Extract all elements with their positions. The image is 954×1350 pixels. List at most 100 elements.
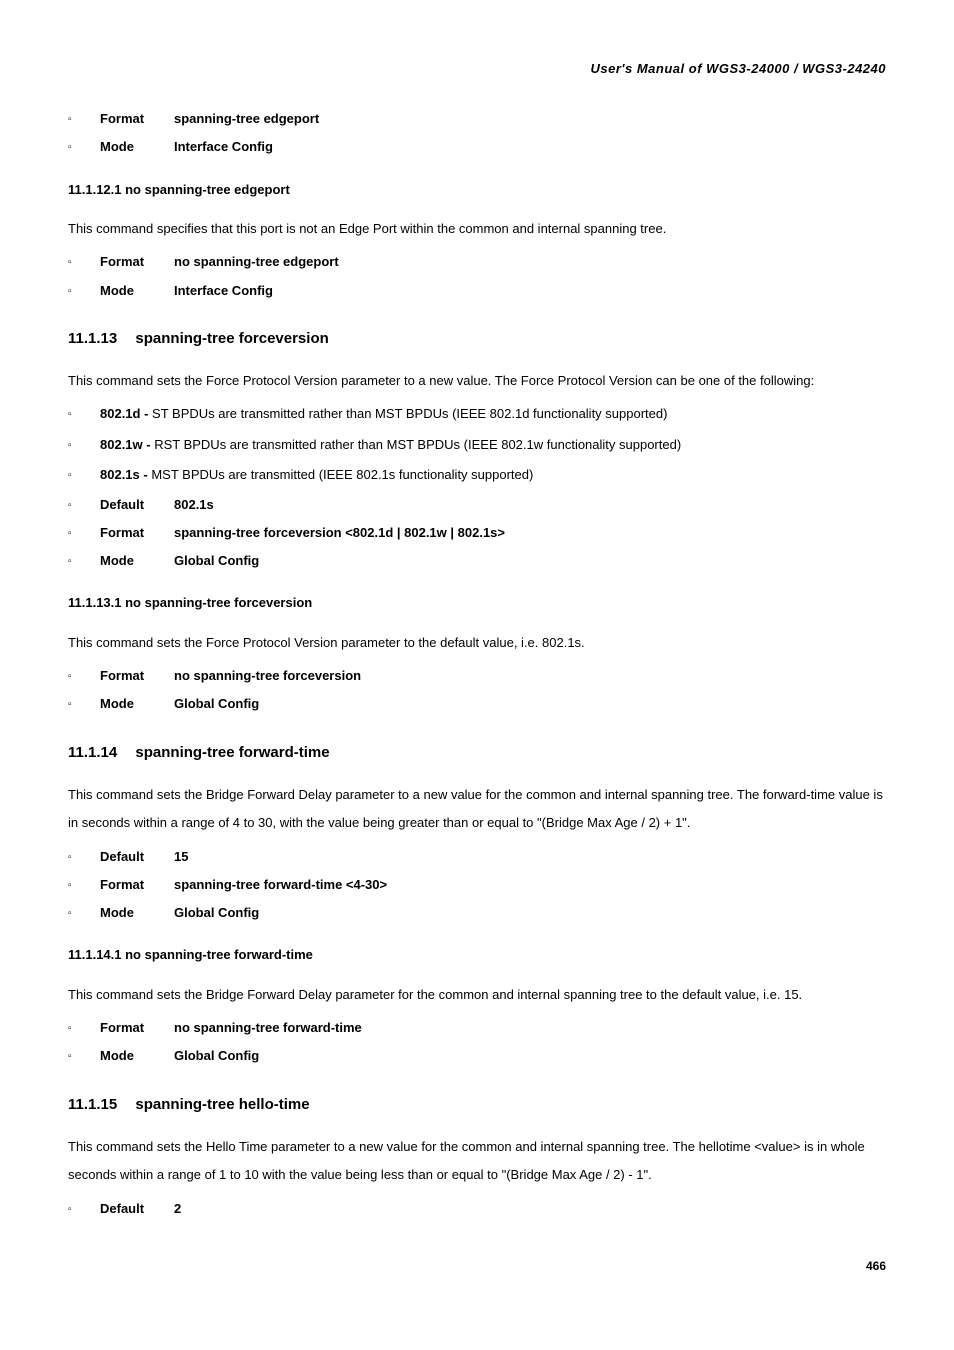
list-item: ▫ 802.1s - MST BPDUs are transmitted (IE… bbox=[68, 466, 886, 484]
param-row: ▫ Mode Global Config bbox=[68, 904, 886, 922]
bullet-icon: ▫ bbox=[68, 698, 100, 712]
body-text: This command specifies that this port is… bbox=[68, 215, 886, 244]
body-text: This command sets the Force Protocol Ver… bbox=[68, 367, 886, 396]
page-header: User's Manual of WGS3-24000 / WGS3-24240 bbox=[68, 60, 886, 78]
section-title: spanning-tree forceversion bbox=[135, 330, 328, 347]
subsection-heading-11-1-14-1: 11.1.14.1 no spanning-tree forward-time bbox=[68, 946, 886, 964]
bullet-icon: ▫ bbox=[68, 527, 100, 541]
protocol-list: ▫ 802.1d - ST BPDUs are transmitted rath… bbox=[68, 405, 886, 484]
section-heading-11-1-15: 11.1.15 spanning-tree hello-time bbox=[68, 1094, 886, 1115]
param-value: spanning-tree forward-time <4-30> bbox=[174, 876, 387, 894]
no-forceversion-params: ▫ Format no spanning-tree forceversion ▫… bbox=[68, 667, 886, 713]
section-number: 11.1.13 bbox=[68, 328, 117, 349]
param-value: Interface Config bbox=[174, 282, 273, 300]
param-value: no spanning-tree forceversion bbox=[174, 667, 361, 685]
param-value: 2 bbox=[174, 1200, 181, 1218]
body-text: This command sets the Bridge Forward Del… bbox=[68, 781, 886, 838]
bullet-icon: ▫ bbox=[68, 499, 100, 513]
no-edgeport-params: ▫ Format no spanning-tree edgeport ▫ Mod… bbox=[68, 253, 886, 299]
section-heading-11-1-13: 11.1.13 spanning-tree forceversion bbox=[68, 328, 886, 349]
bullet-icon: ▫ bbox=[68, 879, 100, 893]
protocol-key: 802.1d - bbox=[100, 406, 152, 421]
param-value: Interface Config bbox=[174, 138, 273, 156]
list-item: ▫ 802.1d - ST BPDUs are transmitted rath… bbox=[68, 405, 886, 423]
param-row: ▫ Format no spanning-tree forceversion bbox=[68, 667, 886, 685]
protocol-text: MST BPDUs are transmitted (IEEE 802.1s f… bbox=[151, 467, 533, 482]
param-key: Mode bbox=[100, 695, 174, 713]
edgeport-params: ▫ Format spanning-tree edgeport ▫ Mode I… bbox=[68, 110, 886, 156]
bullet-icon: ▫ bbox=[68, 851, 100, 865]
body-text: This command sets the Hello Time paramet… bbox=[68, 1133, 886, 1190]
bullet-icon: ▫ bbox=[68, 439, 100, 453]
param-key: Mode bbox=[100, 282, 174, 300]
param-value: 15 bbox=[174, 848, 188, 866]
subsection-heading-11-1-12-1: 11.1.12.1 no spanning-tree edgeport bbox=[68, 181, 886, 199]
param-row: ▫ Default 802.1s bbox=[68, 496, 886, 514]
param-value: Global Config bbox=[174, 695, 259, 713]
bullet-icon: ▫ bbox=[68, 141, 100, 155]
param-key: Format bbox=[100, 253, 174, 271]
protocol-text: RST BPDUs are transmitted rather than MS… bbox=[154, 437, 681, 452]
param-row: ▫ Format no spanning-tree forward-time bbox=[68, 1019, 886, 1037]
protocol-key: 802.1w - bbox=[100, 437, 154, 452]
param-value: Global Config bbox=[174, 904, 259, 922]
section-title: spanning-tree forward-time bbox=[135, 744, 329, 761]
protocol-key: 802.1s - bbox=[100, 467, 151, 482]
param-row: ▫ Format spanning-tree forceversion <802… bbox=[68, 524, 886, 542]
bullet-icon: ▫ bbox=[68, 670, 100, 684]
list-item: ▫ 802.1w - RST BPDUs are transmitted rat… bbox=[68, 436, 886, 454]
section-heading-11-1-14: 11.1.14 spanning-tree forward-time bbox=[68, 742, 886, 763]
body-text: This command sets the Force Protocol Ver… bbox=[68, 629, 886, 658]
forceversion-params: ▫ Default 802.1s ▫ Format spanning-tree … bbox=[68, 496, 886, 571]
section-number: 11.1.14 bbox=[68, 742, 117, 763]
protocol-text: ST BPDUs are transmitted rather than MST… bbox=[152, 406, 667, 421]
param-row: ▫ Mode Interface Config bbox=[68, 282, 886, 300]
param-value: Global Config bbox=[174, 1047, 259, 1065]
param-value: spanning-tree edgeport bbox=[174, 110, 319, 128]
bullet-icon: ▫ bbox=[68, 113, 100, 127]
hello-time-params: ▫ Default 2 bbox=[68, 1200, 886, 1218]
param-value: no spanning-tree edgeport bbox=[174, 253, 339, 271]
param-value: Global Config bbox=[174, 552, 259, 570]
page-number: 466 bbox=[68, 1258, 886, 1275]
param-key: Format bbox=[100, 524, 174, 542]
body-text: This command sets the Bridge Forward Del… bbox=[68, 981, 886, 1010]
bullet-icon: ▫ bbox=[68, 1022, 100, 1036]
param-value: spanning-tree forceversion <802.1d | 802… bbox=[174, 524, 505, 542]
bullet-icon: ▫ bbox=[68, 1203, 100, 1217]
param-key: Format bbox=[100, 667, 174, 685]
param-key: Default bbox=[100, 848, 174, 866]
param-key: Format bbox=[100, 110, 174, 128]
param-key: Format bbox=[100, 876, 174, 894]
section-number: 11.1.15 bbox=[68, 1094, 117, 1115]
forward-time-params: ▫ Default 15 ▫ Format spanning-tree forw… bbox=[68, 848, 886, 923]
param-row: ▫ Mode Global Config bbox=[68, 695, 886, 713]
param-key: Mode bbox=[100, 1047, 174, 1065]
param-key: Mode bbox=[100, 552, 174, 570]
param-row: ▫ Default 15 bbox=[68, 848, 886, 866]
param-key: Mode bbox=[100, 138, 174, 156]
param-row: ▫ Format no spanning-tree edgeport bbox=[68, 253, 886, 271]
bullet-icon: ▫ bbox=[68, 256, 100, 270]
no-forward-time-params: ▫ Format no spanning-tree forward-time ▫… bbox=[68, 1019, 886, 1065]
param-key: Mode bbox=[100, 904, 174, 922]
param-row: ▫ Mode Interface Config bbox=[68, 138, 886, 156]
bullet-icon: ▫ bbox=[68, 907, 100, 921]
bullet-icon: ▫ bbox=[68, 285, 100, 299]
param-row: ▫ Mode Global Config bbox=[68, 552, 886, 570]
subsection-heading-11-1-13-1: 11.1.13.1 no spanning-tree forceversion bbox=[68, 594, 886, 612]
section-title: spanning-tree hello-time bbox=[135, 1096, 309, 1113]
param-row: ▫ Default 2 bbox=[68, 1200, 886, 1218]
bullet-icon: ▫ bbox=[68, 408, 100, 422]
param-value: no spanning-tree forward-time bbox=[174, 1019, 362, 1037]
param-row: ▫ Mode Global Config bbox=[68, 1047, 886, 1065]
bullet-icon: ▫ bbox=[68, 1050, 100, 1064]
param-key: Format bbox=[100, 1019, 174, 1037]
bullet-icon: ▫ bbox=[68, 469, 100, 483]
param-value: 802.1s bbox=[174, 496, 214, 514]
param-row: ▫ Format spanning-tree forward-time <4-3… bbox=[68, 876, 886, 894]
param-row: ▫ Format spanning-tree edgeport bbox=[68, 110, 886, 128]
bullet-icon: ▫ bbox=[68, 555, 100, 569]
param-key: Default bbox=[100, 1200, 174, 1218]
param-key: Default bbox=[100, 496, 174, 514]
